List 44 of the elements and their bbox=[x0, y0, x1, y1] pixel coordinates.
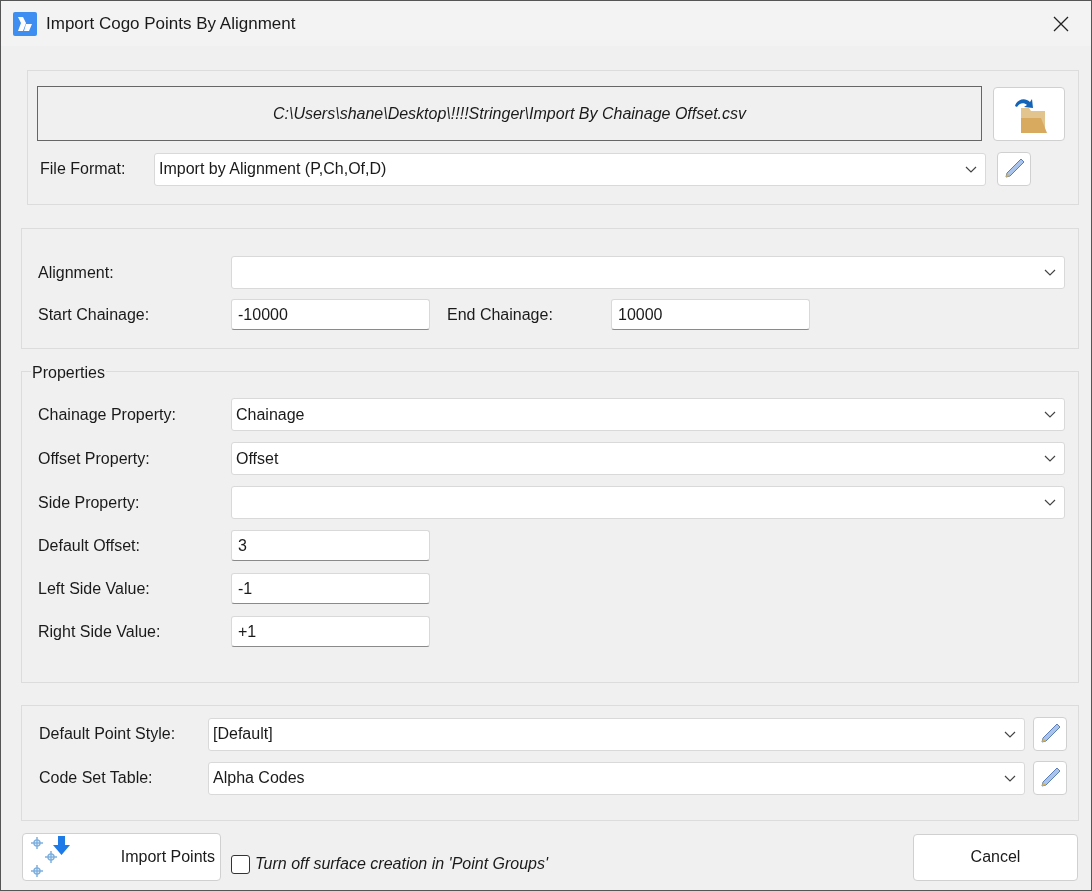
property-field[interactable]: +1 bbox=[231, 616, 430, 647]
chevron-down-icon bbox=[1044, 411, 1056, 418]
file-path: C:\Users\shane\Desktop\!!!!Stringer\Import By Chainage Offset.csv bbox=[37, 86, 982, 141]
field-label: Chainage Property: bbox=[38, 404, 177, 425]
checkbox[interactable] bbox=[231, 854, 250, 874]
import-points-button[interactable]: Import Points bbox=[22, 833, 221, 881]
field-label: Side Property: bbox=[38, 492, 141, 513]
field-label: Default Point Style: bbox=[39, 724, 177, 744]
cancel-button[interactable]: Cancel bbox=[913, 833, 1078, 881]
edit-button[interactable] bbox=[1033, 761, 1067, 795]
field-label: Left Side Value: bbox=[38, 578, 151, 599]
chevron-down-icon bbox=[1044, 269, 1056, 276]
pencil-icon bbox=[1038, 722, 1062, 746]
file-format-dropdown[interactable]: Import by Alignment (P,Ch,Of,D) bbox=[154, 152, 986, 186]
window-title: Import Cogo Points By Alignment bbox=[46, 12, 296, 35]
field-label: Default Offset: bbox=[38, 535, 141, 556]
field-label: File Format: bbox=[40, 159, 127, 179]
field-label: End Chainage: bbox=[447, 304, 554, 325]
edit-button[interactable] bbox=[1033, 717, 1067, 751]
field-label: Alignment: bbox=[38, 262, 115, 283]
chevron-down-icon bbox=[1044, 455, 1056, 462]
edit-button[interactable] bbox=[997, 152, 1031, 186]
field-label: Right Side Value: bbox=[38, 621, 162, 642]
pencil-icon bbox=[1038, 766, 1062, 790]
chevron-down-icon bbox=[1004, 774, 1016, 782]
chevron-down-icon bbox=[965, 165, 977, 173]
property-field[interactable]: -1 bbox=[231, 573, 430, 604]
end-chainage-field[interactable]: 10000 bbox=[611, 299, 810, 330]
style-dropdown[interactable]: [Default] bbox=[208, 717, 1025, 751]
chevron-down-icon bbox=[1004, 730, 1016, 738]
pencil-icon bbox=[1002, 157, 1026, 181]
field-label: Code Set Table: bbox=[39, 768, 154, 788]
style-dropdown[interactable]: Alpha Codes bbox=[208, 761, 1025, 795]
start-chainage-field[interactable]: -10000 bbox=[231, 299, 430, 330]
app-logo-icon bbox=[13, 11, 37, 36]
chevron-down-icon bbox=[1044, 499, 1056, 506]
field-label: Start Chainage: bbox=[38, 304, 151, 325]
property-field[interactable]: 3 bbox=[231, 530, 430, 561]
open-file-button[interactable] bbox=[993, 86, 1065, 141]
surface-checkbox[interactable]: Turn off surface creation in 'Point Groups' bbox=[231, 852, 549, 876]
close-icon bbox=[1053, 15, 1069, 32]
field-label: Offset Property: bbox=[38, 448, 151, 469]
property-dropdown[interactable]: Offset bbox=[231, 442, 1065, 475]
property-dropdown[interactable]: Chainage bbox=[231, 398, 1065, 431]
